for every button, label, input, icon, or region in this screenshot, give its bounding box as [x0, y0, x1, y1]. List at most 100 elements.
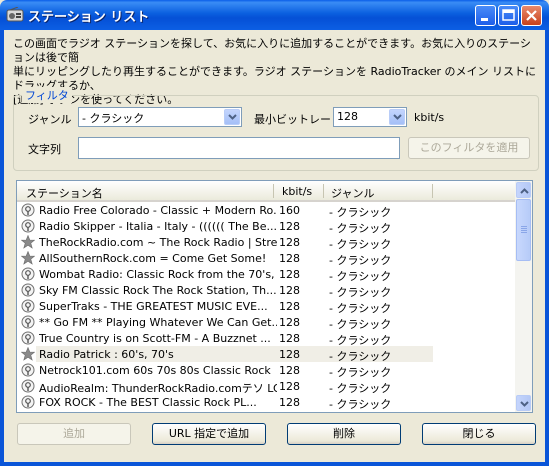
window-frame-right: [545, 30, 549, 466]
bitrate-unit-label: kbit/s: [414, 111, 445, 124]
apply-filter-button[interactable]: このフィルタを適用: [408, 137, 530, 159]
station-row[interactable]: True Country is on Scott-FM - A Buzznet …: [17, 330, 516, 347]
star-icon: [21, 251, 35, 265]
column-separator[interactable]: [323, 184, 324, 198]
bitrate-dropdown[interactable]: 128: [333, 107, 407, 127]
column-kbit[interactable]: kbit/s: [282, 185, 312, 198]
radio-station-icon: [21, 395, 35, 409]
station-name-cell: True Country is on Scott-FM - A Buzznet …: [39, 332, 271, 345]
kbit-cell: 128: [279, 348, 300, 361]
kbit-cell: 128: [279, 220, 300, 233]
text-filter-input[interactable]: [78, 137, 400, 159]
add-button[interactable]: 追加: [17, 423, 131, 445]
chevron-down-icon: [393, 114, 402, 120]
filter-group-title: フィルタ: [22, 87, 72, 103]
thumb-grip: [521, 230, 527, 231]
chevron-up-icon: [520, 188, 529, 194]
maximize-button[interactable]: [498, 5, 519, 26]
kbit-cell: 128: [279, 316, 300, 329]
column-genre[interactable]: ジャンル: [331, 185, 374, 201]
genre-dropdown[interactable]: - クラシック: [78, 107, 242, 127]
list-rows: Radio Free Colorado - Classic + Modern R…: [17, 202, 516, 411]
text-filter-label: 文字列: [28, 143, 61, 156]
station-row[interactable]: AudioRealm: ThunderRockRadio.comテソ LOO..…: [17, 378, 516, 395]
bitrate-selected-value: 128: [337, 110, 358, 123]
add-by-url-button[interactable]: URL 指定で追加: [152, 423, 266, 445]
radio-station-icon: [21, 379, 35, 393]
station-name-cell: FOX ROCK - The BEST Classic Rock PL...: [39, 396, 257, 409]
thumb-grip: [521, 228, 527, 229]
station-row[interactable]: Radio Patrick : 60's, 70's 128- クラシック: [17, 346, 516, 363]
scrollbar-thumb[interactable]: [516, 199, 531, 261]
list-header: ステーション名 kbit/s ジャンル: [17, 181, 516, 202]
radio-station-icon: [21, 331, 35, 345]
genre-selected-value: - クラシック: [82, 112, 145, 125]
station-row[interactable]: Radio Free Colorado - Classic + Modern R…: [17, 202, 516, 219]
bitrate-dropdown-arrow[interactable]: [389, 109, 405, 125]
station-row[interactable]: FOX ROCK - The BEST Classic Rock PL... 12…: [17, 394, 516, 411]
description-line-2: 単にリッピングしたり再生することができます。ラジオ ステーションを RadioT…: [13, 65, 537, 92]
window-frame-left: [0, 30, 4, 466]
station-name-cell: Netrock101.com 60s 70s 80s Classic Rock: [39, 364, 271, 377]
app-icon: [6, 7, 24, 22]
station-name-cell: Radio Patrick : 60's, 70's: [39, 348, 174, 361]
column-station-name[interactable]: ステーション名: [26, 185, 103, 201]
station-name-cell: Radio Free Colorado - Classic + Modern R…: [39, 204, 277, 217]
window-title: ステーション リスト: [28, 10, 150, 25]
description-line-1: この画面でラジオ ステーションを探して、お気に入りに追加することができます。お気…: [13, 37, 531, 64]
close-button[interactable]: 閉じる: [422, 423, 536, 445]
radio-station-icon: [21, 219, 35, 233]
station-row[interactable]: Netrock101.com 60s 70s 80s Classic Rock 1…: [17, 362, 516, 379]
kbit-cell: 128: [279, 284, 300, 297]
station-row[interactable]: ** Go FM ** Playing Whatever We Can Get.…: [17, 314, 516, 331]
kbit-cell: 128: [279, 332, 300, 345]
kbit-cell: 128: [279, 396, 300, 409]
maximize-icon: [502, 9, 515, 21]
station-row[interactable]: Radio Skipper - Italia - Italy - (((((( …: [17, 218, 516, 235]
min-bitrate-label: 最小ビットレート: [254, 113, 342, 126]
close-window-button[interactable]: [521, 5, 542, 26]
genre-dropdown-arrow[interactable]: [224, 109, 240, 125]
radio-station-icon: [21, 363, 35, 377]
kbit-cell: 128: [279, 236, 300, 249]
station-list[interactable]: ステーション名 kbit/s ジャンル Radio Free Colorado …: [16, 180, 533, 413]
radio-station-icon: [21, 203, 35, 217]
station-name-cell: AllSouthernRock.com = Come Get Some!: [39, 252, 267, 265]
station-row[interactable]: SuperTraks - THE GREATEST MUSIC EVE... 12…: [17, 298, 516, 315]
thumb-grip: [521, 232, 527, 233]
radio-station-icon: [21, 267, 35, 281]
vertical-scrollbar[interactable]: [515, 181, 532, 412]
close-icon: [526, 10, 537, 21]
scroll-down-button[interactable]: [516, 395, 531, 411]
chevron-down-icon: [520, 401, 529, 407]
star-icon: [21, 347, 35, 361]
delete-button[interactable]: 削除: [287, 423, 401, 445]
station-name-cell: Sky FM Classic Rock The Rock Station, Th…: [39, 284, 277, 297]
genre-label: ジャンル: [28, 113, 72, 126]
kbit-cell: 128: [279, 252, 300, 265]
column-separator[interactable]: [273, 184, 274, 198]
scroll-up-button[interactable]: [516, 182, 531, 198]
station-name-cell: Radio Skipper - Italia - Italy - (((((( …: [39, 220, 277, 233]
thumb-grip: [521, 226, 527, 227]
chevron-down-icon: [228, 114, 237, 120]
kbit-cell: 128: [279, 364, 300, 377]
kbit-cell: 128: [279, 300, 300, 313]
station-row[interactable]: AllSouthernRock.com = Come Get Some! 128-…: [17, 250, 516, 267]
column-separator[interactable]: [432, 184, 433, 198]
station-name-cell: ** Go FM ** Playing Whatever We Can Get.…: [39, 316, 277, 329]
station-name-cell: Wombat Radio: Classic Rock from the 70's…: [39, 268, 277, 281]
station-row[interactable]: Sky FM Classic Rock The Rock Station, Th…: [17, 282, 516, 299]
station-name-cell: SuperTraks - THE GREATEST MUSIC EVE...: [39, 300, 268, 313]
radio-station-icon: [21, 283, 35, 297]
station-row[interactable]: TheRockRadio.com ~ The Rock Radio | Stre…: [17, 234, 516, 251]
genre-cell: - クラシック: [329, 398, 392, 411]
minimize-icon: [481, 18, 488, 21]
kbit-cell: 128: [279, 380, 300, 393]
station-row[interactable]: Wombat Radio: Classic Rock from the 70's…: [17, 266, 516, 283]
title-bar[interactable]: ステーション リスト: [0, 0, 549, 30]
radio-station-icon: [21, 299, 35, 313]
minimize-button[interactable]: [475, 5, 496, 26]
kbit-cell: 128: [279, 268, 300, 281]
window-frame-bottom: [0, 462, 549, 466]
